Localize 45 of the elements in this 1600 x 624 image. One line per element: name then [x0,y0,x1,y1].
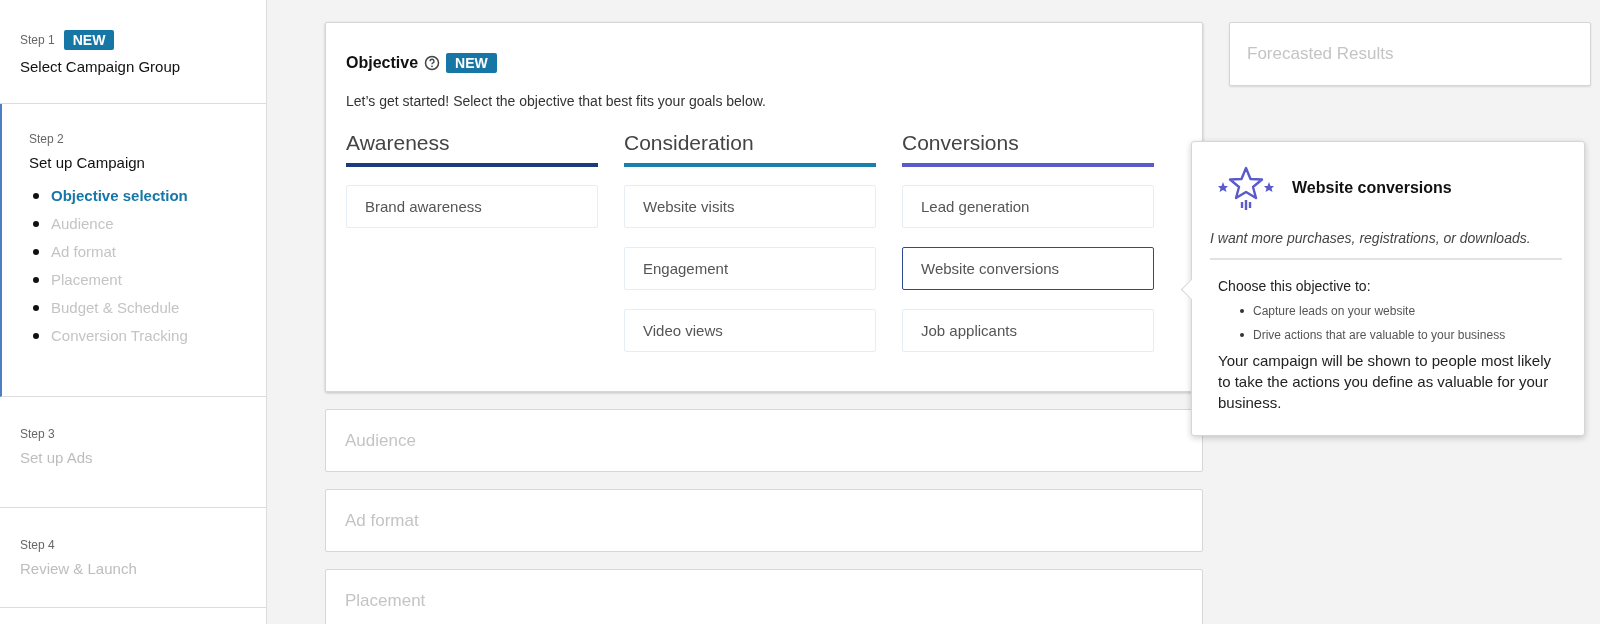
stars-icon [1218,164,1274,212]
step-number: Step 2 [29,132,64,146]
new-badge: NEW [63,30,115,50]
step-title: Select Campaign Group [20,58,182,75]
card-title: Objective [346,54,419,72]
step-panel[interactable]: Step 1 NEW Select Campaign Group [0,0,266,104]
bullet-icon [1240,333,1244,337]
popover-heading: Choose this objective to: [1218,278,1372,294]
bullet-icon [33,332,39,339]
bullet-icon [33,220,39,227]
step-number: Step 4 [20,538,55,552]
bullet-icon [1240,309,1244,313]
section-title: Audience [345,430,416,451]
bullet-text: Capture leads on your website [1253,304,1416,318]
objective-option[interactable]: Video views [624,309,876,352]
popover-description: Your campaign will be shown to people most likely to take the actions you define as valuable for your business. [1218,351,1552,413]
step-title: Set up Ads [20,449,94,466]
popover-tagline: I want more purchases, registrations, or downloads. [1210,230,1562,260]
column-heading: Conversions [902,131,1020,156]
bullet-text: Drive actions that are valuable to your business [1253,328,1506,342]
substep-link[interactable]: Objective selection [51,187,188,204]
bullet-icon [33,304,39,311]
step-title: Set up Campaign [29,154,146,171]
step-number: Step 3 [20,427,55,441]
bullet-icon [33,248,39,255]
step-number: Step 1 [20,33,55,47]
objective-option[interactable]: Engagement [624,247,876,290]
intro-text: Let’s get started! Select the objective that best fits your goals below. [346,93,767,109]
section-title: Placement [345,590,426,611]
objective-option[interactable]: Brand awareness [346,185,598,228]
objective-option[interactable]: Lead generation [902,185,1154,228]
forecast-title: Forecasted Results [1247,44,1394,64]
column-heading: Awareness [346,131,451,156]
objective-option[interactable]: Job applicants [902,309,1154,352]
column-heading: Consideration [624,131,755,156]
help-icon[interactable] [424,55,441,71]
objective-option[interactable]: Website visits [624,185,876,228]
bullet-icon [33,192,39,199]
step-panel[interactable]: Step 2 Set up Campaign Objective selection Audience Ad format Placement Budget & Schedule Conversion Tracking [0,104,266,397]
popover-title: Website conversions [1292,179,1452,197]
new-badge: NEW [446,53,497,73]
section-title: Ad format [345,510,419,531]
step-title: Review & Launch [20,560,138,577]
objective-option[interactable]: Website conversions [902,247,1154,290]
bullet-icon [33,276,39,283]
